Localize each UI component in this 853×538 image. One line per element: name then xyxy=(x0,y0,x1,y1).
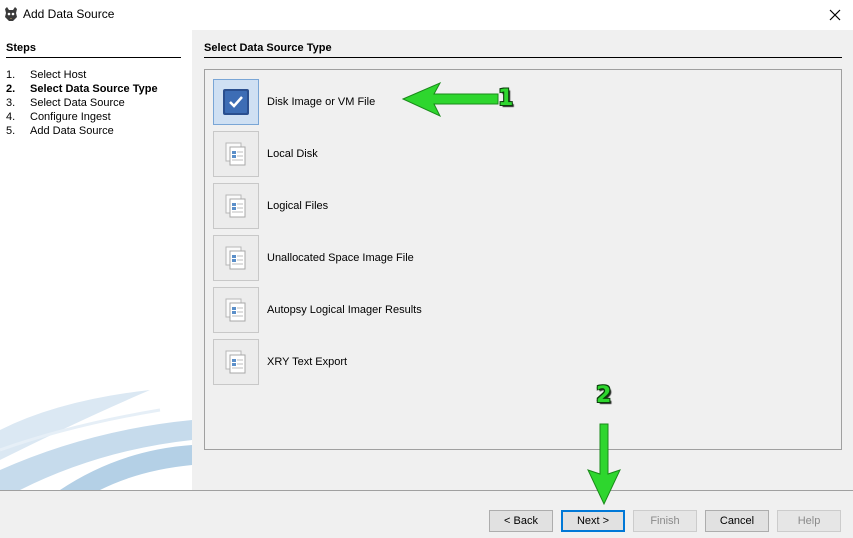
steps-divider xyxy=(6,57,181,58)
document-stack-icon xyxy=(225,350,246,374)
document-stack-icon xyxy=(225,194,246,218)
step-item: 4. Configure Ingest xyxy=(6,111,111,123)
content-heading: Select Data Source Type xyxy=(204,42,332,54)
annotation-number-1: 1 xyxy=(498,86,514,111)
document-stack-icon xyxy=(225,142,246,166)
type-label: Disk Image or VM File xyxy=(267,96,376,108)
step-label: Select Data Source Type xyxy=(30,83,158,95)
step-item: 3. Select Data Source xyxy=(6,97,125,109)
content-divider xyxy=(204,57,842,58)
annotation-arrow-left-icon xyxy=(401,81,499,118)
type-label: Logical Files xyxy=(267,200,329,212)
type-toggle-button[interactable] xyxy=(213,235,259,281)
type-toggle-button[interactable] xyxy=(213,131,259,177)
document-stack-icon xyxy=(225,246,246,270)
data-source-type-panel: Disk Image or VM File Local Disk Logical… xyxy=(204,69,842,450)
step-label: Configure Ingest xyxy=(30,111,111,123)
back-button[interactable]: < Back xyxy=(489,510,553,532)
button-bar: < Back Next > Finish Cancel Help xyxy=(0,490,853,538)
checkmark-icon xyxy=(223,89,249,115)
help-button[interactable]: Help xyxy=(777,510,841,532)
type-label: Local Disk xyxy=(267,148,318,160)
autopsy-dog-icon xyxy=(3,6,19,22)
document-stack-icon xyxy=(225,298,246,322)
type-option-unallocated-space[interactable]: Unallocated Space Image File xyxy=(213,235,633,281)
step-label: Add Data Source xyxy=(30,125,114,137)
type-toggle-button[interactable] xyxy=(213,79,259,125)
step-item: 5. Add Data Source xyxy=(6,125,114,137)
type-label: Unallocated Space Image File xyxy=(267,252,414,264)
next-button[interactable]: Next > xyxy=(561,510,625,532)
step-item-current: 2. Select Data Source Type xyxy=(6,83,158,95)
type-option-local-disk[interactable]: Local Disk xyxy=(213,131,633,177)
finish-button[interactable]: Finish xyxy=(633,510,697,532)
step-label: Select Host xyxy=(30,69,87,81)
close-button[interactable] xyxy=(817,0,853,30)
type-option-logical-imager[interactable]: Autopsy Logical Imager Results xyxy=(213,287,633,333)
annotation-number-2: 2 xyxy=(596,383,612,408)
step-item: 1. Select Host xyxy=(6,69,87,81)
type-toggle-button[interactable] xyxy=(213,183,259,229)
type-label: XRY Text Export xyxy=(267,356,348,368)
decorative-swoosh xyxy=(0,390,192,490)
steps-heading: Steps xyxy=(6,42,36,54)
type-option-logical-files[interactable]: Logical Files xyxy=(213,183,633,229)
close-icon xyxy=(829,9,841,21)
steps-list: 1. Select Host 2. Select Data Source Type … xyxy=(6,68,158,138)
type-label: Autopsy Logical Imager Results xyxy=(267,304,422,316)
window-title: Add Data Source xyxy=(23,7,115,21)
type-toggle-button[interactable] xyxy=(213,339,259,385)
steps-pane: Steps 1. Select Host 2. Select Data Source… xyxy=(0,30,192,490)
type-toggle-button[interactable] xyxy=(213,287,259,333)
step-label: Select Data Source xyxy=(30,97,125,109)
type-option-xry-export[interactable]: XRY Text Export xyxy=(213,339,633,385)
content-pane: Select Data Source Type Disk Image or VM… xyxy=(192,30,853,490)
annotation-arrow-down-icon xyxy=(587,423,621,506)
cancel-button[interactable]: Cancel xyxy=(705,510,769,532)
title-bar: Add Data Source xyxy=(0,0,853,30)
